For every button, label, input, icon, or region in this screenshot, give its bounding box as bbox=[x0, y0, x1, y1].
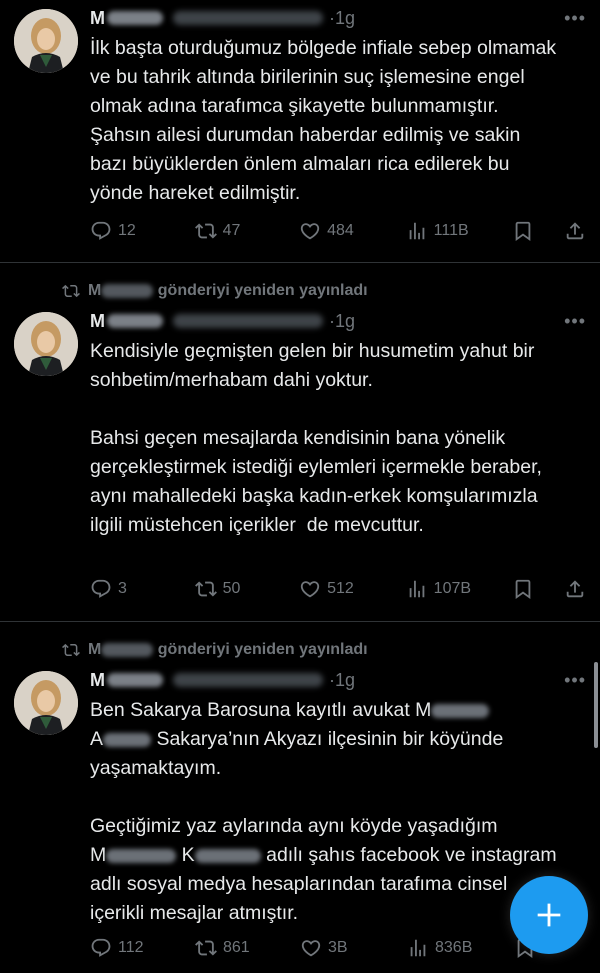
views-icon bbox=[406, 220, 428, 242]
display-name[interactable]: M bbox=[90, 311, 163, 332]
avatar[interactable] bbox=[14, 312, 78, 376]
views-button[interactable]: 111B bbox=[406, 220, 513, 242]
timestamp[interactable]: ·1g bbox=[329, 8, 355, 29]
avatar[interactable] bbox=[14, 671, 78, 735]
repost-button[interactable]: 50 bbox=[195, 578, 300, 600]
display-name[interactable]: M bbox=[90, 670, 163, 691]
reply-button[interactable]: 12 bbox=[90, 220, 195, 242]
reply-icon bbox=[90, 578, 112, 600]
reply-icon bbox=[90, 937, 112, 959]
username-handle[interactable] bbox=[173, 11, 323, 25]
more-options-icon[interactable]: ••• bbox=[564, 670, 586, 691]
tweet-2[interactable]: M gönderiyi yeniden yayınladı M ·1g ••• … bbox=[0, 263, 600, 620]
share-icon bbox=[564, 578, 586, 600]
views-button[interactable]: 107B bbox=[406, 578, 513, 600]
repost-context[interactable]: M gönderiyi yeniden yayınladı bbox=[62, 280, 368, 302]
like-button[interactable]: 3B bbox=[300, 937, 407, 959]
tweet-text: İlk başta oturduğumuz bölgede infiale se… bbox=[90, 37, 562, 204]
like-button[interactable]: 512 bbox=[299, 578, 406, 600]
tweet-1[interactable]: M ·1g ••• İlk başta oturduğumuz bölgede … bbox=[0, 0, 600, 262]
display-name[interactable]: M bbox=[90, 8, 163, 29]
more-options-icon[interactable]: ••• bbox=[564, 311, 586, 332]
repost-button[interactable]: 47 bbox=[195, 220, 300, 242]
repost-button[interactable]: 861 bbox=[195, 937, 300, 959]
bookmark-icon bbox=[512, 578, 534, 600]
tweet-text: Kendisiyle geçmişten gelen bir husumetim… bbox=[90, 340, 542, 536]
tweet-header: M ·1g ••• bbox=[90, 668, 586, 692]
compose-post-button[interactable] bbox=[510, 876, 588, 954]
tweet-actions: 12 47 484 111B bbox=[90, 218, 586, 244]
share-icon bbox=[564, 220, 586, 242]
heart-icon bbox=[299, 220, 321, 242]
tweet-header: M ·1g ••• bbox=[90, 6, 586, 30]
views-icon bbox=[407, 937, 429, 959]
views-button[interactable]: 836B bbox=[407, 937, 514, 959]
username-handle[interactable] bbox=[173, 314, 323, 328]
repost-icon bbox=[62, 641, 80, 659]
bookmark-icon bbox=[512, 220, 534, 242]
tweet-actions: 3 50 512 107B bbox=[90, 576, 586, 602]
tweet-text: Ben Sakarya Barosuna kayıtlı avukat M A … bbox=[90, 699, 563, 924]
heart-icon bbox=[299, 578, 321, 600]
repost-icon bbox=[195, 937, 217, 959]
plus-icon bbox=[537, 903, 561, 927]
reply-button[interactable]: 3 bbox=[90, 578, 195, 600]
views-icon bbox=[406, 578, 428, 600]
like-button[interactable]: 484 bbox=[299, 220, 406, 242]
more-options-icon[interactable]: ••• bbox=[564, 8, 586, 29]
share-button[interactable] bbox=[564, 578, 586, 600]
username-handle[interactable] bbox=[173, 673, 323, 687]
reply-icon bbox=[90, 220, 112, 242]
avatar[interactable] bbox=[14, 9, 78, 73]
bookmark-button[interactable] bbox=[512, 578, 564, 600]
tweet-header: M ·1g ••• bbox=[90, 309, 586, 333]
scrollbar[interactable] bbox=[594, 662, 598, 748]
timestamp[interactable]: ·1g bbox=[329, 670, 355, 691]
heart-icon bbox=[300, 937, 322, 959]
bookmark-button[interactable] bbox=[512, 220, 564, 242]
share-button[interactable] bbox=[564, 220, 586, 242]
repost-icon bbox=[195, 220, 217, 242]
tweet-actions: 112 861 3B 836B bbox=[90, 935, 586, 961]
repost-context[interactable]: M gönderiyi yeniden yayınladı bbox=[62, 639, 368, 661]
timestamp[interactable]: ·1g bbox=[329, 311, 355, 332]
reply-button[interactable]: 112 bbox=[90, 937, 195, 959]
repost-icon bbox=[195, 578, 217, 600]
repost-icon bbox=[62, 282, 80, 300]
